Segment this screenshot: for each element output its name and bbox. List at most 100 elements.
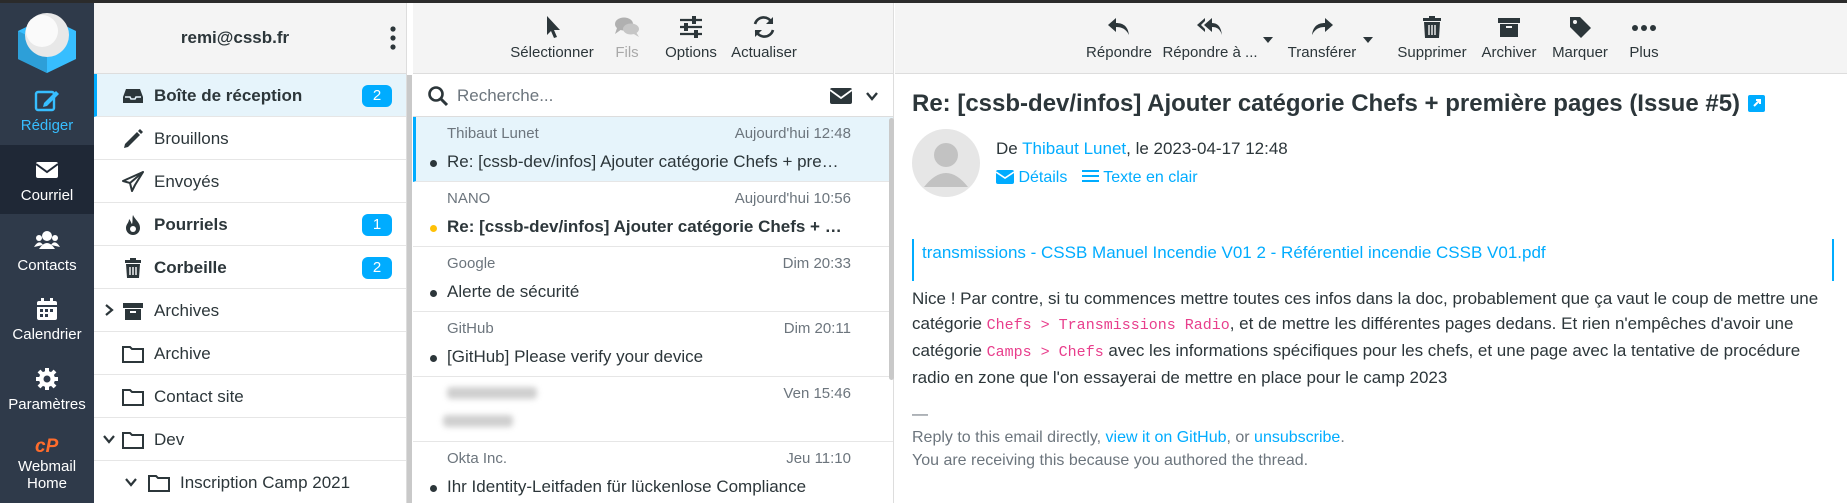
message-date: Ven 15:46 [783,385,851,402]
details-link[interactable]: Détails [995,169,1067,187]
message-subject: Alerte de sécurité [447,282,580,301]
envelope-icon [35,162,59,178]
sender-avatar [912,129,980,197]
chevron-right-icon[interactable] [102,303,116,317]
nav-contacts[interactable]: Contacts [0,215,94,284]
folder-archives[interactable]: Archives [94,289,406,332]
search-bar [413,74,893,117]
chevron-down-icon[interactable] [124,475,138,489]
folder-sent[interactable]: Envoyés [94,160,406,203]
folder-pane: remi@cssb.fr Boîte de réception 2 Brouil… [94,3,407,503]
reply-button[interactable]: Répondre [1084,11,1154,61]
folder-spam-label: Pourriels [154,215,228,234]
message-list-scrollbar[interactable] [889,118,894,380]
signature-dash: — [912,406,928,423]
folder-trash[interactable]: Corbeille 2 [94,246,406,289]
unsubscribe-link[interactable]: unsubscribe [1254,429,1340,446]
message-sender: Okta Inc. [447,450,508,467]
folder-dev[interactable]: Dev [94,418,406,461]
email-header-actions: Détails Texte en clair [995,169,1198,187]
roundcube-logo[interactable] [12,9,82,75]
message-subject: Ihr Identity-Leitfaden für lückenlose Co… [447,477,807,496]
view-on-github-link[interactable]: view it on GitHub [1106,429,1227,446]
search-icon[interactable] [427,85,449,107]
message-sender: Thibaut Lunet [447,125,539,142]
message-sender: Google [447,255,496,272]
nav-calendar[interactable]: Calendrier [0,284,94,353]
folder-inscription-camp[interactable]: Inscription Camp 2021 [94,461,406,503]
message-row[interactable]: Thibaut Lunet Aujourd'hui 12:48 Re: [css… [413,117,893,182]
refresh-button[interactable]: Actualiser [729,11,799,61]
email-body: Nice ! Par contre, si tu commences mettr… [912,286,1840,390]
message-date: Jeu 11:10 [786,450,851,467]
refresh-button-label: Actualiser [731,44,797,61]
reading-pane: Répondre Répondre à ... Transférer Suppr… [895,3,1847,503]
nav-contacts-label: Contacts [17,257,77,274]
folder-drafts-label: Brouillons [154,129,229,148]
options-button-label: Options [665,44,717,61]
message-date: Dim 20:11 [783,320,851,337]
open-external-icon[interactable] [1748,95,1766,112]
search-input[interactable] [457,84,797,108]
inbox-icon [123,89,143,103]
threads-button-label: Fils [615,44,639,61]
message-row[interactable]: NANO Aujourd'hui 10:56 Re: [cssb-dev/inf… [413,182,893,247]
more-button-label: Plus [1629,44,1659,61]
more-button[interactable]: Plus [1624,11,1664,61]
options-button[interactable]: Options [661,11,721,61]
folder-archives-label: Archives [154,301,220,320]
folder-contact-site[interactable]: Contact site [94,375,406,418]
account-email: remi@cssb.fr [180,28,290,47]
nav-compose-label: Rédiger [20,117,74,134]
mark-button[interactable]: Marquer [1550,11,1610,61]
nav-compose[interactable]: Rédiger [0,75,94,144]
folder-archive[interactable]: Archive [94,332,406,375]
plain-text-link[interactable]: Texte en clair [1081,169,1198,187]
folder-drafts[interactable]: Brouillons [94,117,406,160]
folder-scrollbar[interactable] [407,75,412,503]
forward-dropdown-icon[interactable] [1363,37,1373,43]
more-dots-icon [1632,25,1656,31]
message-sender: GitHub [447,320,494,337]
nav-webmail-home[interactable]: cP Webmail Home [0,424,94,503]
nav-mail[interactable]: Courriel [0,145,94,214]
redacted-sender [447,387,537,399]
message-list-pane: Sélectionner Fils Options Actualiser Thi… [413,3,894,503]
archive-button[interactable]: Archiver [1479,11,1539,61]
message-sender: NANO [447,190,491,207]
refresh-icon [753,16,775,38]
nav-settings[interactable]: Paramètres [0,354,94,423]
reply-button-label: Répondre [1086,44,1152,61]
chevron-down-icon[interactable] [102,432,116,446]
chevron-down-icon[interactable] [865,89,879,103]
trash-icon [125,258,141,278]
folder-inbox[interactable]: Boîte de réception 2 [94,74,406,117]
message-row[interactable]: Google Dim 20:33 Alerte de sécurité [413,247,893,312]
email-signature: — Reply to this email directly, view it … [912,403,1345,472]
message-date: Aujourd'hui 12:48 [734,125,851,142]
svg-text:cP: cP [35,436,59,456]
attachment-link[interactable]: transmissions - CSSB Manuel Incendie V01… [922,243,1546,263]
folder-spam[interactable]: Pourriels 1 [94,203,406,246]
from-prefix: De [996,139,1023,158]
threads-button[interactable]: Fils [609,11,645,61]
read-status-dot [430,485,437,492]
message-row[interactable]: Okta Inc. Jeu 11:10 Ihr Identity-Leitfad… [413,442,893,503]
trash-icon [1423,16,1441,38]
message-toolbar: Répondre Répondre à ... Transférer Suppr… [895,3,1847,74]
folder-pane-header: remi@cssb.fr [94,3,406,74]
kebab-menu-icon[interactable] [388,25,398,51]
folder-spam-count: 1 [362,214,392,236]
redacted-subject [443,415,513,427]
message-row[interactable]: Ven 15:46 [413,377,893,442]
reply-all-button[interactable]: Répondre à ... [1162,11,1258,61]
envelope-icon[interactable] [829,87,853,105]
delete-button[interactable]: Supprimer [1395,11,1469,61]
folder-archive-label: Archive [154,344,211,363]
sender-name-link[interactable]: Thibaut Lunet [1022,139,1126,158]
message-row[interactable]: GitHub Dim 20:11 [GitHub] Please verify … [413,312,893,377]
select-button[interactable]: Sélectionner [509,11,595,61]
reply-all-dropdown-icon[interactable] [1263,37,1273,43]
cursor-icon [547,16,560,38]
forward-button[interactable]: Transférer [1285,11,1359,61]
